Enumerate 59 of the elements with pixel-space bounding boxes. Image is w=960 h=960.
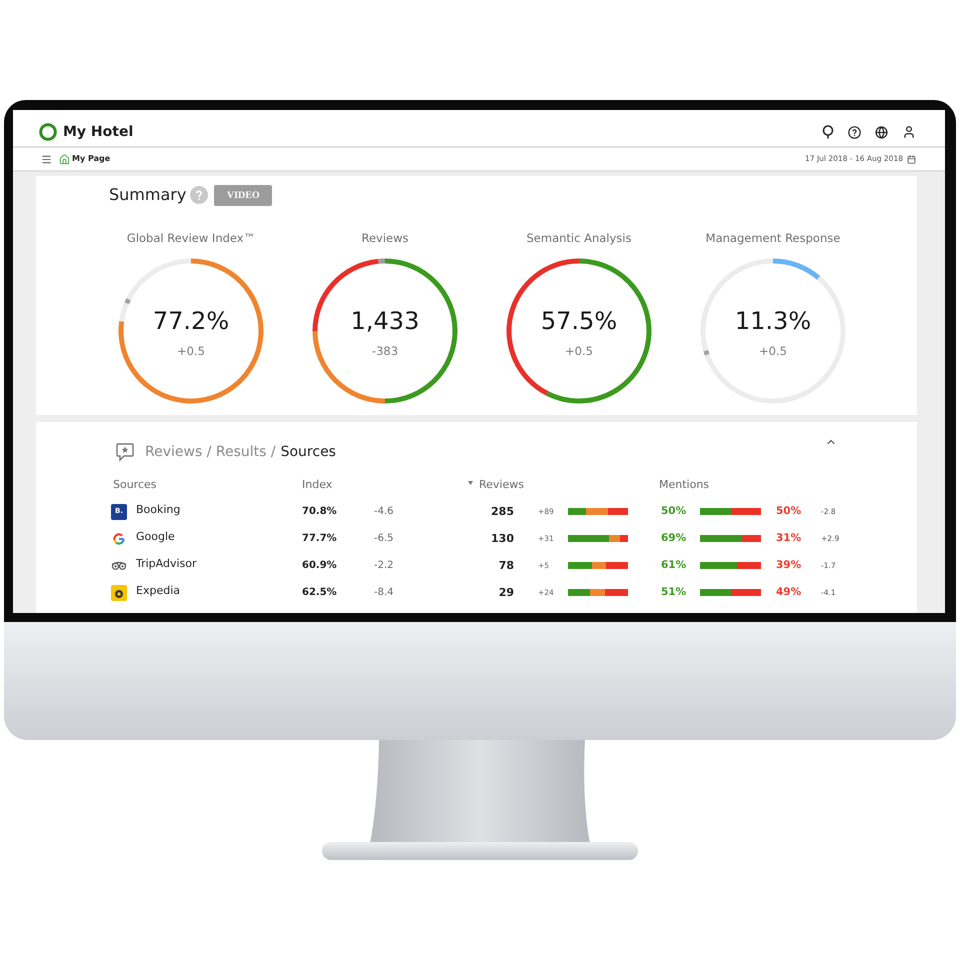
index-value: 60.9% xyxy=(302,559,338,572)
chat-star-icon xyxy=(115,442,135,462)
page-link[interactable]: My Page xyxy=(72,154,110,164)
column-header[interactable]: Index xyxy=(302,478,374,492)
negative-share: 39% xyxy=(775,559,802,572)
column-header[interactable]: Sources xyxy=(111,478,302,492)
column-header[interactable]: Reviews xyxy=(461,478,568,492)
gauge-value: 1,433 xyxy=(350,306,420,336)
source-name: Google xyxy=(136,530,175,544)
circle-tile-icon xyxy=(111,584,127,600)
calendar-icon[interactable] xyxy=(907,154,916,164)
index-change: -8.4 xyxy=(374,586,395,599)
index-change: -4.6 xyxy=(374,505,395,518)
user-icon[interactable] xyxy=(902,125,916,139)
index-value: 77.7% xyxy=(302,532,338,545)
section-title: Sources xyxy=(280,443,336,461)
source-name: TripAdvisor xyxy=(136,557,197,571)
index-change: -6.5 xyxy=(374,532,395,545)
review-count: 78 xyxy=(498,559,514,572)
index-value: 70.8% xyxy=(302,505,338,518)
globe-icon[interactable] xyxy=(875,126,888,138)
index-change: -2.2 xyxy=(374,559,395,572)
positive-share: 50% xyxy=(660,505,688,518)
gauge-change: -383 xyxy=(372,344,398,358)
summary-title: Summary xyxy=(109,185,186,205)
positive-share: 51% xyxy=(660,586,688,599)
pin-icon[interactable] xyxy=(822,125,834,139)
video-button[interactable]: VIDEO xyxy=(214,184,272,206)
home-icon[interactable] xyxy=(59,154,70,164)
sort-caret-icon xyxy=(468,481,473,485)
gauge-change: +0.5 xyxy=(565,344,593,358)
app-title: My Hotel xyxy=(63,123,134,141)
menu-icon[interactable] xyxy=(41,154,52,164)
positive-share: 69% xyxy=(660,532,688,545)
gauge-change: +0.5 xyxy=(177,344,205,358)
gauge-title: Reviews xyxy=(361,231,409,245)
review-count: 130 xyxy=(490,532,514,545)
negative-share: 49% xyxy=(775,586,802,599)
gauge-value: 57.5% xyxy=(540,306,618,336)
column-header[interactable]: Mentions xyxy=(628,478,821,492)
ring-logo-icon xyxy=(39,123,57,141)
source-name: Booking xyxy=(136,503,180,517)
gauge-title: Global Review Index™ xyxy=(126,231,256,245)
review-count: 29 xyxy=(498,586,514,599)
review-count: 285 xyxy=(490,505,514,518)
gauge-title: Semantic Analysis xyxy=(526,231,632,245)
gauge-value: 77.2% xyxy=(152,306,230,336)
owl-eyes-icon xyxy=(111,561,127,570)
positive-share: 61% xyxy=(660,559,688,572)
section-path[interactable]: Reviews / Results / xyxy=(145,443,276,461)
gauge-title: Management Response xyxy=(706,231,840,245)
index-value: 62.5% xyxy=(302,586,338,599)
source-name: Expedia xyxy=(136,584,180,598)
negative-share: 50% xyxy=(775,505,802,518)
help-icon[interactable] xyxy=(848,126,861,138)
gauge-change: +0.5 xyxy=(759,344,787,358)
gauge-value: 11.3% xyxy=(734,306,812,336)
g-logo-icon xyxy=(113,532,125,544)
negative-share: 31% xyxy=(775,532,802,545)
